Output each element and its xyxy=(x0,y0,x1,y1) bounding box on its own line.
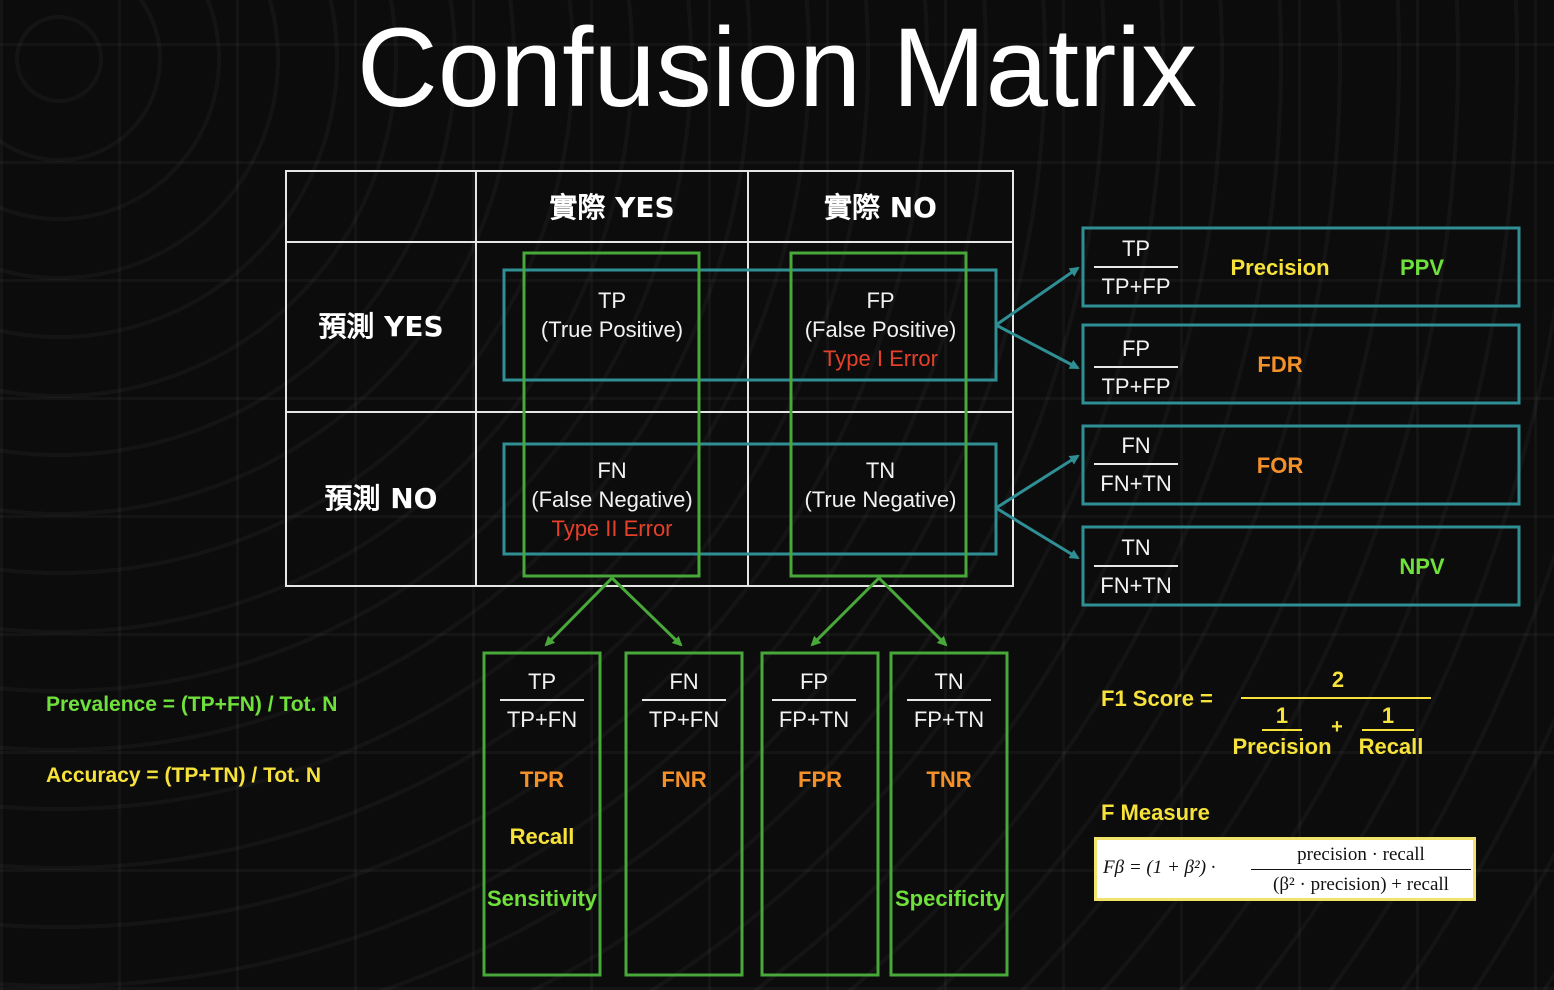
fnr-fraction: FN TP+FN xyxy=(642,669,726,733)
fraction-denominator: TP+FP xyxy=(1101,274,1171,299)
column-arrows xyxy=(544,576,948,647)
f-measure-denominator: (β² · precision) + recall xyxy=(1273,874,1449,895)
header-predicted-yes: 預測 YES xyxy=(318,310,444,343)
f-measure-numerator: precision · recall xyxy=(1297,844,1425,865)
fdr-label: FDR xyxy=(1257,352,1303,377)
fraction-denominator: FP+TN xyxy=(913,707,985,732)
cell-fn-error: Type II Error xyxy=(551,516,673,541)
specificity-label: Specificity xyxy=(894,886,1006,911)
sensitivity-label: Sensitivity xyxy=(486,886,598,911)
cell-false-negative: FN (False Negative) Type II Error xyxy=(476,456,748,543)
fraction-numerator: TN xyxy=(934,669,964,694)
cell-tn-abbr: TN xyxy=(865,458,896,483)
fnr-label: FNR xyxy=(661,767,707,792)
cell-fn-name: (False Negative) xyxy=(531,487,693,512)
fraction-numerator: TN xyxy=(1121,535,1151,560)
header-predicted-no: 預測 NO xyxy=(324,482,438,515)
accuracy-formula: Accuracy = (TP+TN) / Tot. N xyxy=(46,764,321,787)
fpr-label: FPR xyxy=(798,767,842,792)
tnr-label: TNR xyxy=(926,767,972,792)
cell-tp-name: (True Positive) xyxy=(540,317,684,342)
f1-score-label: F1 Score = xyxy=(1101,686,1213,711)
cell-fp-abbr: FP xyxy=(866,288,895,313)
f1-term2-denominator: Recall xyxy=(1358,734,1424,759)
npv-label: NPV xyxy=(1399,554,1445,579)
fraction-denominator: FN+TN xyxy=(1100,573,1172,598)
cell-true-positive: TP (True Positive) xyxy=(476,286,748,344)
f1-plus: + xyxy=(1331,716,1343,738)
cell-true-negative: TN (True Negative) xyxy=(748,456,1013,514)
f1-term2-bar xyxy=(1362,729,1414,731)
tpr-fraction: TP TP+FN xyxy=(500,669,584,733)
npv-fraction: TN FN+TN xyxy=(1094,535,1178,599)
fpr-fraction: FP FP+TN xyxy=(772,669,856,733)
header-actual-yes: 實際 YES xyxy=(549,191,675,224)
f1-term1-numerator: 1 xyxy=(1275,703,1289,728)
for-fraction: FN FN+TN xyxy=(1094,433,1178,497)
fraction-numerator: TP xyxy=(527,669,557,694)
for-label: FOR xyxy=(1256,453,1304,478)
cell-fp-error: Type I Error xyxy=(823,346,938,371)
ppv-label: PPV xyxy=(1399,255,1445,280)
fraction-denominator: TP+FN xyxy=(648,707,720,732)
f-measure-label: F Measure xyxy=(1101,800,1210,825)
f1-term2-numerator: 1 xyxy=(1381,703,1395,728)
f-measure-bar xyxy=(1251,869,1471,870)
fraction-denominator: TP+FP xyxy=(1101,374,1171,399)
f1-term1-denominator: Precision xyxy=(1232,734,1332,759)
f1-term1-bar xyxy=(1262,729,1302,731)
fdr-fraction: FP TP+FP xyxy=(1094,336,1178,400)
cell-fp-name: (False Positive) xyxy=(804,317,957,342)
ppv-fraction: TP TP+FP xyxy=(1094,236,1178,300)
recall-label: Recall xyxy=(509,824,575,849)
fraction-numerator: TP xyxy=(1121,236,1151,261)
fraction-numerator: FP xyxy=(1121,336,1151,361)
precision-label: Precision xyxy=(1230,255,1330,280)
cell-fn-abbr: FN xyxy=(597,458,627,483)
tpr-label: TPR xyxy=(520,767,564,792)
tnr-fraction: TN FP+TN xyxy=(907,669,991,733)
prevalence-formula: Prevalence = (TP+FN) / Tot. N xyxy=(46,693,338,716)
fraction-denominator: FN+TN xyxy=(1100,471,1172,496)
fraction-numerator: FN xyxy=(1121,433,1151,458)
f1-fraction-bar xyxy=(1241,697,1431,699)
f-measure-formula-box: Fβ = (1 + β²) · precision · recall (β² ·… xyxy=(1094,837,1476,901)
f-measure-lhs: Fβ = (1 + β²) · xyxy=(1103,857,1216,878)
cell-false-positive: FP (False Positive) Type I Error xyxy=(748,286,1013,373)
f1-numerator: 2 xyxy=(1331,667,1345,692)
fraction-denominator: TP+FN xyxy=(506,707,578,732)
header-actual-no: 實際 NO xyxy=(824,191,937,224)
fraction-numerator: FP xyxy=(799,669,829,694)
fraction-denominator: FP+TN xyxy=(778,707,850,732)
fraction-numerator: FN xyxy=(669,669,699,694)
cell-tp-abbr: TP xyxy=(597,288,627,313)
cell-tn-name: (True Negative) xyxy=(804,487,957,512)
